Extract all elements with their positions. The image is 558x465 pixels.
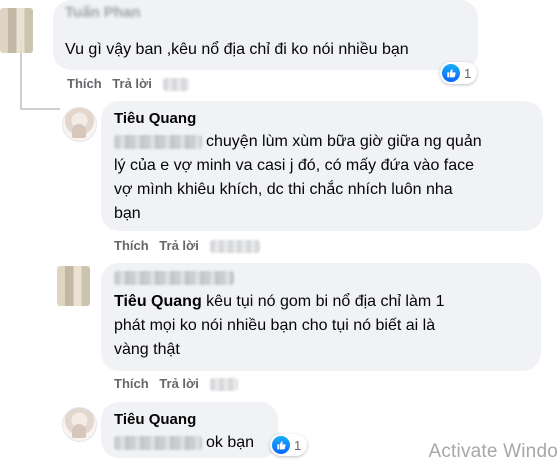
- reaction-count: 1: [464, 65, 472, 81]
- like-link[interactable]: Thích: [114, 238, 149, 253]
- mention-link[interactable]: Tiêu Quang: [114, 293, 202, 310]
- comment-author[interactable]: Tiêu Quang: [114, 110, 196, 127]
- avatar[interactable]: [0, 8, 33, 53]
- avatar[interactable]: [57, 266, 90, 306]
- timestamp[interactable]: [209, 240, 260, 254]
- comment-actions: Thích Trả lời: [67, 76, 196, 92]
- like-icon: [442, 64, 460, 82]
- author-redacted[interactable]: [114, 271, 234, 286]
- reaction-badge[interactable]: 1: [440, 62, 478, 84]
- avatar[interactable]: [62, 407, 97, 442]
- mention-redacted[interactable]: [114, 134, 202, 149]
- reaction-count: 1: [294, 437, 302, 453]
- like-icon: [272, 436, 290, 454]
- reply-link[interactable]: Trả lời: [112, 76, 152, 91]
- reaction-badge[interactable]: 1: [270, 434, 308, 456]
- comment-actions: Thích Trả lời: [114, 376, 245, 392]
- like-link[interactable]: Thích: [67, 76, 102, 91]
- comment-text: Tiêu Quang kêu tụi nó gom bi nổ địa chỉ …: [114, 293, 445, 358]
- thread-line: [20, 108, 60, 110]
- reply-link[interactable]: Trả lời: [159, 238, 199, 253]
- avatar[interactable]: [62, 107, 97, 142]
- reply-link[interactable]: Trả lời: [159, 376, 199, 391]
- mention-redacted[interactable]: [114, 435, 202, 450]
- comment-actions: Thích Trả lời: [114, 238, 267, 254]
- comment-author-redacted[interactable]: [114, 269, 234, 286]
- comment-author[interactable]: Tuấn Phan: [65, 4, 141, 21]
- timestamp[interactable]: [162, 78, 189, 92]
- comment-text: Vu gì vậy ban ,kêu nổ địa chỉ đi ko nói …: [65, 41, 409, 58]
- comment-text: chuyện lùm xùm bữa giờ giữa ng quản lý c…: [114, 133, 482, 222]
- timestamp[interactable]: [209, 378, 238, 392]
- comment-text: ok bạn: [114, 431, 254, 455]
- activate-windows-watermark: Activate Windo: [428, 441, 558, 462]
- like-link[interactable]: Thích: [114, 376, 149, 391]
- comment-author[interactable]: Tiêu Quang: [114, 411, 196, 428]
